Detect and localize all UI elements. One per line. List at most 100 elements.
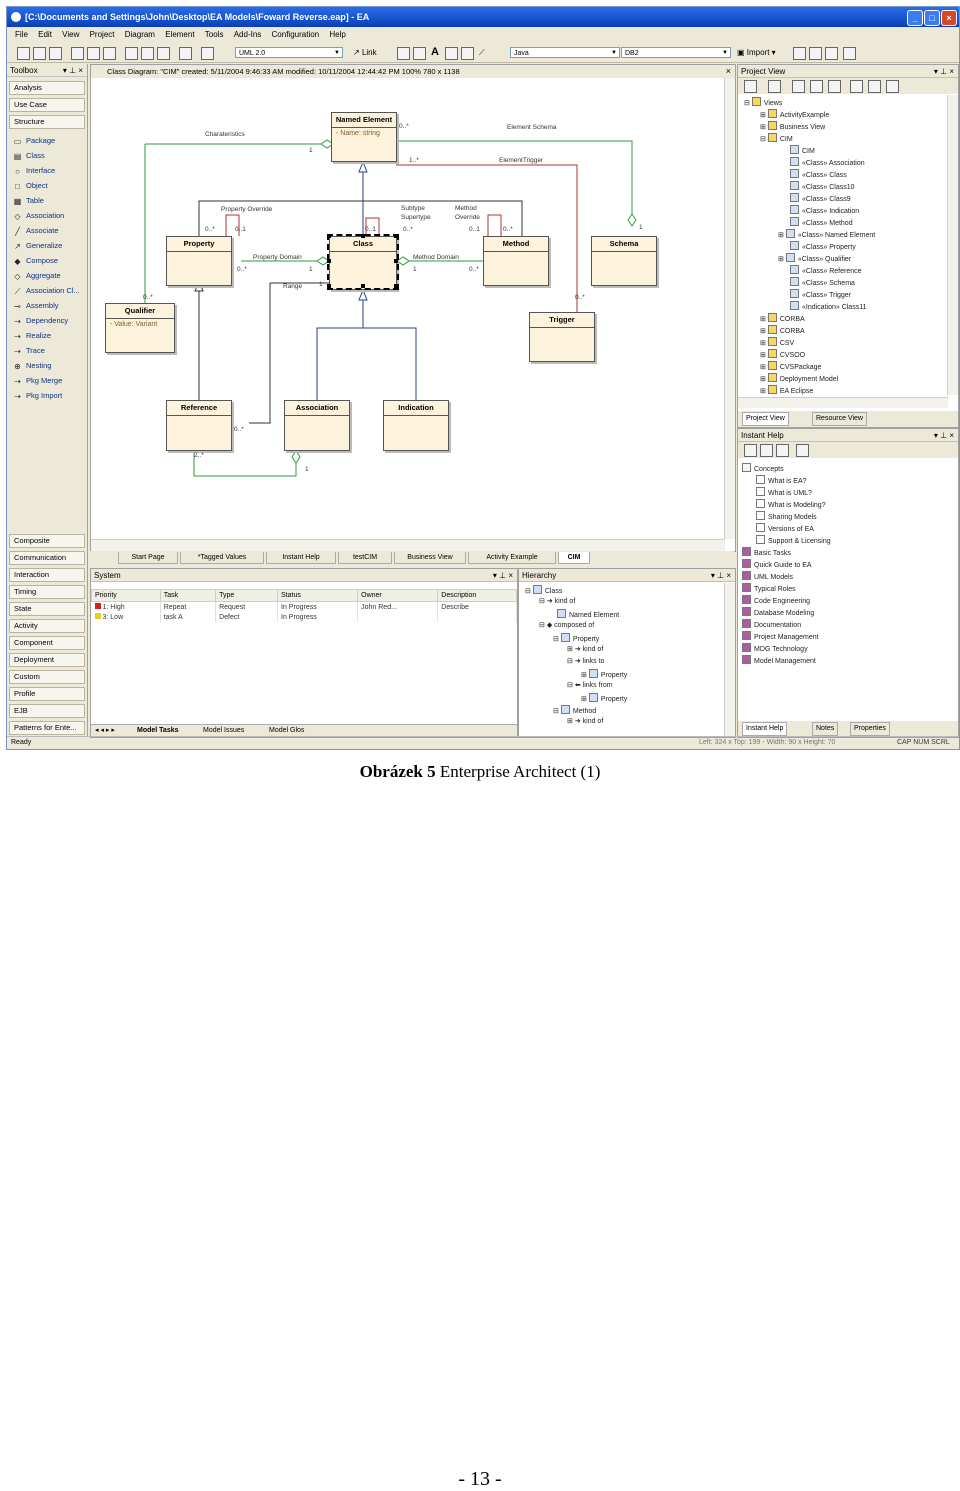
- toolbox-category-composite[interactable]: Composite: [9, 534, 85, 548]
- toolbox-category-structure[interactable]: Structure: [9, 115, 85, 129]
- toolbox-category-ejb[interactable]: EJB: [9, 704, 85, 718]
- book-icon[interactable]: [201, 47, 214, 60]
- toolbox-item-pkg-import[interactable]: ⇢ Pkg Import: [13, 389, 62, 402]
- tree-node[interactable]: ⊞ ➜ kind of: [567, 717, 603, 727]
- menu-element[interactable]: Element: [165, 28, 194, 42]
- project-view-scrollbar[interactable]: [947, 95, 958, 395]
- toolbox-item-class[interactable]: ▤ Class: [13, 149, 45, 162]
- menu-addins[interactable]: Add-Ins: [234, 28, 262, 42]
- new-diagram-icon[interactable]: [768, 80, 781, 93]
- tab-start-page[interactable]: Start Page: [118, 552, 178, 564]
- language-combo[interactable]: Java ▼: [510, 47, 620, 58]
- tab-instant-help[interactable]: Instant Help: [266, 552, 336, 564]
- menu-file[interactable]: File: [15, 28, 28, 42]
- class-indication[interactable]: Indication: [383, 400, 449, 451]
- resize-handle[interactable]: [394, 284, 398, 288]
- new-icon[interactable]: [17, 47, 30, 60]
- tab-tagged-values[interactable]: *Tagged Values: [180, 552, 264, 564]
- tree-node[interactable]: «Class» Class: [790, 169, 847, 181]
- toolbox-item-aggregate[interactable]: ◇ Aggregate: [13, 269, 60, 282]
- tree-node[interactable]: What is UML?: [756, 487, 812, 499]
- tree-node[interactable]: Typical Roles: [742, 583, 796, 595]
- tab-properties[interactable]: Properties: [850, 722, 890, 736]
- toolbox-item-package[interactable]: ▭ Package: [13, 134, 55, 147]
- close-icon[interactable]: ×: [726, 65, 731, 78]
- rectangle-icon[interactable]: [397, 47, 410, 60]
- tree-node[interactable]: Model Management: [742, 655, 816, 667]
- resize-handle[interactable]: [361, 284, 365, 288]
- import-button[interactable]: ▣ Import ▾: [737, 47, 776, 58]
- toolbox-category-timing[interactable]: Timing: [9, 585, 85, 599]
- class-reference[interactable]: Reference: [166, 400, 232, 451]
- panel-controls-icon[interactable]: ▾ ⊥ ×: [63, 64, 83, 77]
- class-qualifier[interactable]: Qualifier - Value: Variant: [105, 303, 175, 353]
- column-header[interactable]: Owner: [357, 589, 439, 602]
- toolbox-item-object[interactable]: □ Object: [13, 179, 48, 192]
- resize-handle[interactable]: [327, 259, 331, 263]
- tree-node[interactable]: ⊞ CSV: [760, 337, 794, 349]
- tree-node[interactable]: MDG Technology: [742, 643, 808, 655]
- resize-handle[interactable]: [361, 234, 365, 238]
- link-button[interactable]: ↗ Link: [353, 47, 377, 58]
- tab-resource-view[interactable]: Resource View: [812, 412, 867, 426]
- help-icon[interactable]: [886, 80, 899, 93]
- panel-controls-icon[interactable]: ▾ ⊥ ×: [493, 569, 513, 582]
- toolbox-item-association-class[interactable]: ⟋ Association Cl...: [13, 284, 80, 297]
- class-association[interactable]: Association: [284, 400, 350, 451]
- tree-node[interactable]: ⊞ Property: [581, 693, 627, 705]
- tree-node[interactable]: Database Modeling: [742, 607, 814, 619]
- tree-node[interactable]: ⊞ Deployment Model: [760, 373, 838, 385]
- toolbox-category-state[interactable]: State: [9, 602, 85, 616]
- tree-node[interactable]: «Class» Method: [790, 217, 853, 229]
- column-header[interactable]: Priority: [91, 589, 161, 602]
- tree-node[interactable]: Project Management: [742, 631, 819, 643]
- resize-handle[interactable]: [394, 259, 398, 263]
- menu-project[interactable]: Project: [90, 28, 115, 42]
- hierarchy-scrollbar[interactable]: [724, 583, 735, 737]
- note-icon[interactable]: [413, 47, 426, 60]
- toolbox-item-nesting[interactable]: ⊕ Nesting: [13, 359, 51, 372]
- tree-node[interactable]: ⊞ «Class» Named Element: [778, 229, 875, 241]
- tab-activity-example[interactable]: Activity Example: [468, 552, 556, 564]
- back-icon[interactable]: [776, 444, 789, 457]
- class-method[interactable]: Method: [483, 236, 549, 286]
- line-icon[interactable]: ⟋: [479, 47, 485, 58]
- tab-cim[interactable]: CIM: [558, 552, 590, 564]
- tree-node[interactable]: Concepts: [742, 463, 784, 475]
- save-icon[interactable]: [49, 47, 62, 60]
- tree-node[interactable]: «Class» Class9: [790, 193, 851, 205]
- database-combo[interactable]: DB2 ▼: [621, 47, 731, 58]
- tree-node[interactable]: ⊞ CORBA: [760, 325, 805, 337]
- toolbox-item-dependency[interactable]: ⇢ Dependency: [13, 314, 68, 327]
- toolbox-item-pkg-merge[interactable]: ⇢ Pkg Merge: [13, 374, 62, 387]
- tree-node[interactable]: ⊞ «Class» Qualifier: [778, 253, 851, 265]
- new-element-icon[interactable]: [792, 80, 805, 93]
- toolbox-category-interaction[interactable]: Interaction: [9, 568, 85, 582]
- menu-diagram[interactable]: Diagram: [125, 28, 155, 42]
- tree-node[interactable]: What is Modeling?: [756, 499, 826, 511]
- tree-node[interactable]: ⊟ ⬅ links from: [567, 681, 613, 691]
- tree-node[interactable]: ⊟ Class: [525, 585, 562, 597]
- lock-icon[interactable]: [868, 80, 881, 93]
- panel-controls-icon[interactable]: ▾ ⊥ ×: [934, 65, 954, 78]
- toolbox-item-association[interactable]: ◇ Association: [13, 209, 64, 222]
- tree-node[interactable]: Sharing Models: [756, 511, 817, 523]
- tree-node[interactable]: ⊞ CVSOO: [760, 349, 805, 361]
- tree-node[interactable]: ⊟ ◆ composed of: [539, 621, 594, 631]
- menu-view[interactable]: View: [62, 28, 79, 42]
- tree-node[interactable]: UML Models: [742, 571, 793, 583]
- resize-handle[interactable]: [327, 234, 331, 238]
- tree-node[interactable]: Basic Tasks: [742, 547, 791, 559]
- toolbox-category-communication[interactable]: Communication: [9, 551, 85, 565]
- settings-icon[interactable]: [810, 80, 823, 93]
- tree-node[interactable]: Versions of EA: [756, 523, 814, 535]
- toolbox-category-profile[interactable]: Profile: [9, 687, 85, 701]
- sync-icon[interactable]: [825, 47, 838, 60]
- open-icon[interactable]: [33, 47, 46, 60]
- class-schema[interactable]: Schema: [591, 236, 657, 286]
- tree-node[interactable]: «Class» Trigger: [790, 289, 851, 301]
- tree-node[interactable]: Support & Licensing: [756, 535, 831, 547]
- toolbox-category-analysis[interactable]: Analysis: [9, 81, 85, 95]
- copy-icon[interactable]: [71, 47, 84, 60]
- move-down-icon[interactable]: [850, 80, 863, 93]
